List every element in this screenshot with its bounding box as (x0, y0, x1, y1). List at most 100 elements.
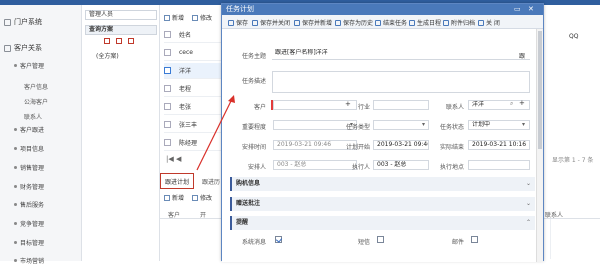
right-column (543, 23, 600, 153)
sidebar-sub-contacts[interactable]: 联系人 (24, 112, 42, 121)
table-row[interactable]: 老程 (164, 81, 224, 97)
add-icon (164, 194, 170, 201)
sms-label: 短信 (357, 239, 370, 246)
sidebar-item[interactable]: 销售管理 (14, 163, 44, 172)
dialog-body: 任务主题 跟进[客户名称]洋洋 跟 任务描述 客户 + 行业 联系人 洋洋 ⌕ … (222, 29, 543, 262)
sidebar-item[interactable]: 客户管理 (14, 61, 44, 70)
close-icon[interactable]: ✕ (528, 4, 534, 15)
table-header-row[interactable]: 姓名 (164, 27, 224, 43)
toolbar-button[interactable]: 保存为历史 (335, 18, 373, 27)
scrollbar-thumb[interactable] (538, 31, 542, 149)
mail-checkbox[interactable] (471, 236, 478, 243)
sub-add-button[interactable]: 新增 (164, 193, 184, 202)
customer-label: 客户 (253, 104, 266, 111)
bullet-icon (14, 166, 17, 169)
right-column-lower (550, 219, 600, 259)
section-remind[interactable]: 提醒 ⌃ (230, 216, 535, 230)
section-purchase-info[interactable]: 购机信息 ⌄ (230, 177, 535, 191)
toolbar-button[interactable]: 附件归档 (443, 18, 475, 27)
table-row[interactable]: cece (164, 45, 224, 61)
minimize-icon[interactable]: ▭ (514, 4, 521, 15)
actual-end-input[interactable]: 2019-03-21 10:16 (468, 140, 530, 150)
sidebar-item[interactable]: 售后服务 (14, 200, 44, 209)
query-panel: 管理人员 查询方案 (全方案) (82, 5, 160, 261)
row-checkbox[interactable] (164, 31, 171, 38)
status-label: 任务状态 (439, 124, 464, 131)
crm-icon (4, 44, 11, 52)
actual-end-label: 实际结束 (439, 144, 464, 151)
bullet-icon (14, 147, 17, 150)
toolbar-button[interactable]: 保存并关闭 (252, 18, 290, 27)
schedule-label: 安排时间 (241, 144, 266, 151)
toolbar-button[interactable]: 保存 (228, 18, 248, 27)
exec-place-input[interactable] (468, 160, 530, 170)
mail-label: 邮件 (451, 239, 464, 246)
bullet-icon (14, 128, 17, 131)
row-checkbox[interactable] (164, 49, 171, 56)
contact-label: 联系人 (445, 104, 464, 111)
list-edit-button[interactable]: 修改 (192, 13, 212, 22)
table-row[interactable]: 张三丰 (164, 117, 224, 133)
chevron-down-icon[interactable]: ▾ (522, 121, 525, 128)
add-icon[interactable] (104, 38, 110, 44)
table-row[interactable]: 老张 (164, 99, 224, 115)
type-label: 任务类型 (345, 124, 370, 131)
row-checkbox[interactable] (164, 139, 171, 146)
sidebar-item[interactable]: 竞争管理 (14, 219, 44, 228)
dialog-scrollbar[interactable] (536, 29, 543, 262)
sidebar-crm[interactable]: 客户关系 (4, 43, 42, 53)
sub-edit-button[interactable]: 修改 (192, 193, 212, 202)
bullet-icon (14, 241, 17, 244)
tree-node-all[interactable]: (全方案) (96, 51, 119, 60)
sidebar-sub-public-customer[interactable]: 公海客户 (24, 97, 48, 106)
sidebar-item[interactable]: 客户跟进 (14, 125, 44, 134)
toolbar-button[interactable]: 结束任务 (375, 18, 407, 27)
executor-label: 执行人 (351, 164, 370, 171)
exec-place-label: 执行地点 (439, 164, 464, 171)
pager-controls[interactable]: |◀ ◀ (166, 155, 181, 163)
sidebar-item[interactable]: 项目信息 (14, 144, 44, 153)
toolbar-button[interactable]: 生成日程 (409, 18, 441, 27)
query-scheme-header: 查询方案 (85, 25, 157, 35)
dialog-toolbar: 保存 保存并关闭 保存并新增 保存为历史 结束任务 生成日程 附件归档关 闭 (222, 15, 543, 29)
sidebar-item[interactable]: 财务管理 (14, 182, 44, 191)
chevron-down-icon: ⌄ (525, 200, 531, 207)
tab-follow-plan[interactable]: 跟进计划 (160, 173, 194, 189)
importance-label: 重要程度 (241, 124, 266, 131)
tab-follow-history[interactable]: 跟进历 (202, 177, 220, 186)
list-add-button[interactable]: 新增 (164, 13, 184, 22)
toolbar-button[interactable]: 保存并新增 (294, 18, 332, 27)
status-select[interactable]: 计划中 (468, 120, 530, 130)
system-msg-checkbox[interactable] (275, 236, 282, 243)
edit-icon (192, 194, 199, 201)
section-gift-note[interactable]: 赠送批注 ⌄ (230, 197, 535, 211)
sms-checkbox[interactable] (377, 236, 384, 243)
toolbar-icon (252, 19, 258, 26)
row-checkbox[interactable] (164, 67, 171, 74)
chevron-up-icon: ⌃ (525, 219, 531, 226)
toolbar-button[interactable]: 关 闭 (478, 18, 500, 27)
toolbar-icon (294, 19, 300, 26)
search-icon[interactable]: ⌕ (510, 100, 513, 108)
edit-icon[interactable] (116, 38, 122, 44)
sidebar-item[interactable]: 目标管理 (14, 238, 44, 247)
subject-label: 任务主题 (241, 53, 266, 60)
sidebar-sub-customer-info[interactable]: 客户信息 (24, 82, 48, 91)
dialog-title-bar[interactable]: 任务计划 ▭ ✕ (222, 4, 543, 15)
filter-select[interactable]: 管理人员 (85, 10, 157, 20)
row-checkbox[interactable] (164, 85, 171, 92)
desc-textarea[interactable] (272, 71, 530, 93)
bullet-icon (14, 203, 17, 206)
sidebar: 门户系统 客户关系 客户管理客户跟进项目信息销售管理财务管理售后服务竞争管理目标… (0, 5, 82, 265)
industry-label: 行业 (357, 104, 370, 111)
bullet-icon (14, 185, 17, 188)
row-checkbox[interactable] (164, 121, 171, 128)
add-contact-icon[interactable]: + (519, 99, 525, 107)
delete-icon[interactable] (128, 38, 134, 44)
table-row[interactable]: 陈经理 (164, 135, 224, 151)
row-checkbox[interactable] (164, 103, 171, 110)
table-row[interactable]: 洋洋 (164, 63, 224, 79)
subject-input[interactable]: 跟进[客户名称]洋洋 (272, 49, 530, 60)
sidebar-portal[interactable]: 门户系统 (4, 17, 42, 27)
sub-col-customer: 客户 (168, 212, 181, 219)
